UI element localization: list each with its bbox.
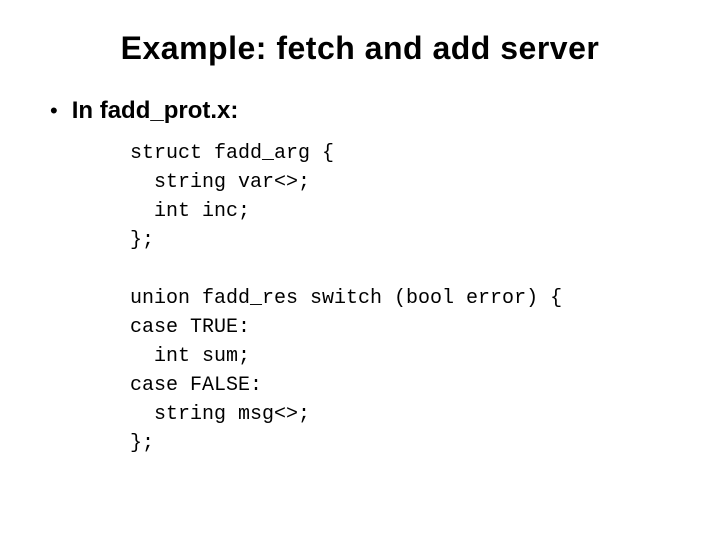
slide: Example: fetch and add server • In fadd_… xyxy=(0,0,720,540)
bullet-text: In fadd_prot.x: xyxy=(72,97,239,125)
bullet-marker: • xyxy=(50,97,58,125)
slide-title: Example: fetch and add server xyxy=(40,30,680,67)
bullet-item: • In fadd_prot.x: xyxy=(50,97,680,125)
code-block: struct fadd_arg { string var<>; int inc;… xyxy=(130,139,680,458)
